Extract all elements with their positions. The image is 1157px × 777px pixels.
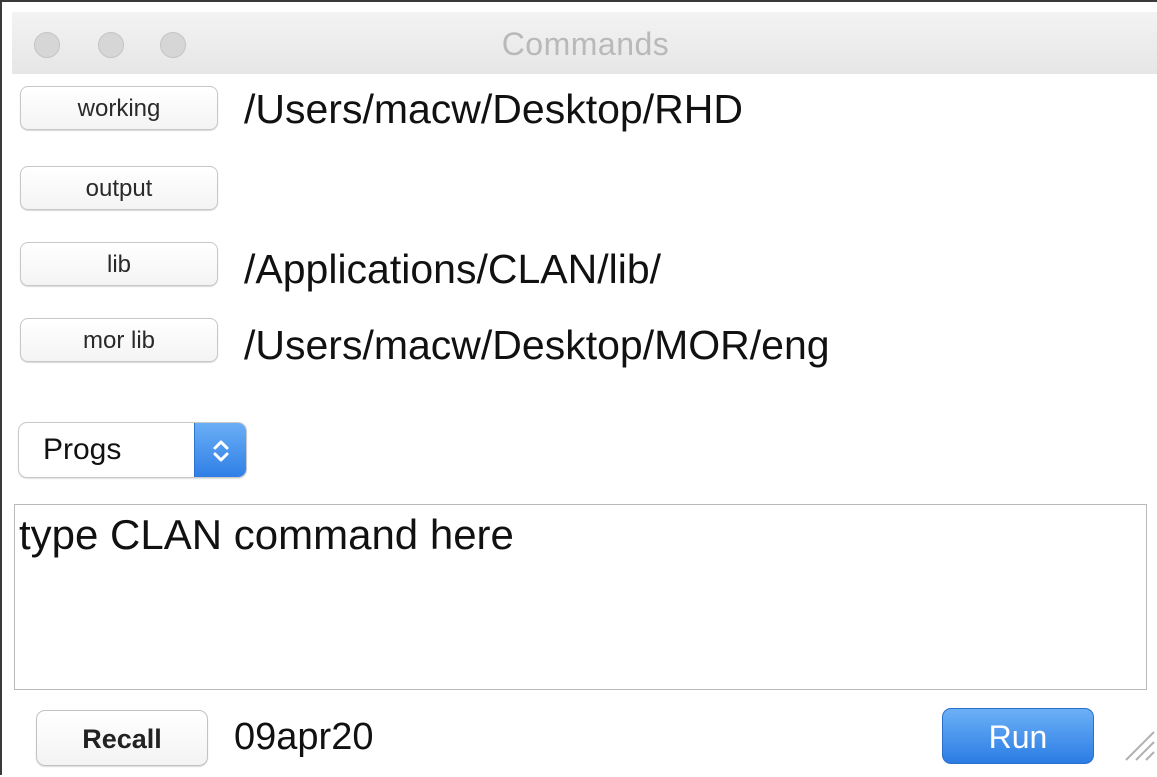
progs-popup[interactable]: Progs	[18, 422, 247, 478]
progs-popup-label: Progs	[43, 433, 122, 466]
working-dir-button[interactable]: working	[20, 86, 218, 130]
commands-window: Commands working /Users/macw/Desktop/RHD…	[0, 0, 1157, 777]
mor-lib-dir-path: /Users/macw/Desktop/MOR/eng	[244, 322, 830, 368]
command-input-text: type CLAN command here	[19, 511, 514, 558]
mor-lib-dir-button[interactable]: mor lib	[20, 318, 218, 362]
updown-chevron-icon	[194, 423, 246, 477]
recall-button[interactable]: Recall	[36, 710, 208, 766]
command-input[interactable]: type CLAN command here	[14, 504, 1147, 690]
date-label: 09apr20	[234, 716, 374, 758]
title-bar[interactable]: Commands	[12, 12, 1157, 75]
resize-grip-icon[interactable]	[1120, 726, 1156, 762]
window-title: Commands	[501, 26, 670, 62]
window-content: working /Users/macw/Desktop/RHD output l…	[12, 74, 1157, 777]
lib-dir-path: /Applications/CLAN/lib/	[244, 246, 662, 292]
run-button[interactable]: Run	[942, 708, 1094, 764]
working-dir-path: /Users/macw/Desktop/RHD	[244, 86, 743, 132]
lib-dir-button[interactable]: lib	[20, 242, 218, 286]
output-dir-button[interactable]: output	[20, 166, 218, 210]
